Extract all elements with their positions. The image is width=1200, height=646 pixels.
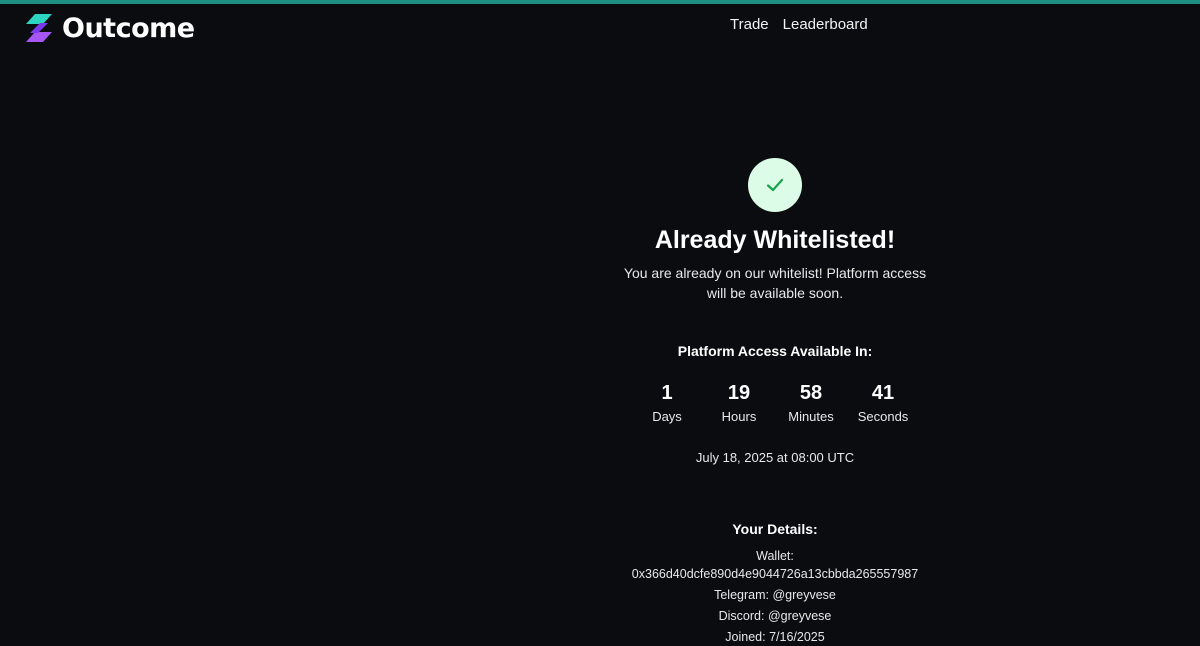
brand-logo[interactable]: Outcome (26, 12, 195, 44)
countdown-value: 58 (799, 382, 823, 404)
countdown-timer: 1 Days 19 Hours 58 Minutes 41 Seconds (631, 381, 919, 424)
countdown-label: Seconds (857, 409, 909, 424)
countdown-label: Hours (721, 409, 757, 424)
status-message: You are already on our whitelist! Platfo… (623, 265, 927, 301)
whitelist-status-panel: Already Whitelisted! You are already on … (575, 158, 975, 646)
page-title: Already Whitelisted! (654, 226, 896, 254)
countdown-value: 1 (661, 382, 673, 404)
top-nav: Trade Leaderboard (730, 16, 868, 33)
wallet-address: 0x366d40dcfe890d4e9044726a13cbbda2655579… (631, 567, 919, 581)
countdown-label: Minutes (788, 409, 834, 424)
brand-name: Outcome (62, 12, 195, 44)
telegram-handle: Telegram: @greyvese (714, 588, 836, 602)
countdown-title: Platform Access Available In: (677, 343, 873, 359)
discord-handle: Discord: @greyvese (718, 609, 832, 623)
joined-date: Joined: 7/16/2025 (725, 630, 825, 644)
nav-trade[interactable]: Trade (730, 16, 769, 33)
countdown-days: 1 Days (631, 381, 703, 424)
launch-date: July 18, 2025 at 08:00 UTC (695, 450, 855, 465)
countdown-label: Days (652, 409, 682, 424)
check-icon (766, 178, 784, 192)
header: Outcome Trade Leaderboard (0, 4, 1200, 48)
countdown-value: 19 (727, 382, 751, 404)
details-title: Your Details: (732, 521, 818, 537)
success-badge (748, 158, 802, 212)
countdown-hours: 19 Hours (703, 381, 775, 424)
countdown-seconds: 41 Seconds (847, 381, 919, 424)
countdown-minutes: 58 Minutes (775, 381, 847, 424)
nav-leaderboard[interactable]: Leaderboard (783, 16, 868, 33)
countdown-value: 41 (871, 382, 895, 404)
wallet-label: Wallet: (756, 549, 794, 563)
outcome-logo-icon (26, 14, 52, 42)
